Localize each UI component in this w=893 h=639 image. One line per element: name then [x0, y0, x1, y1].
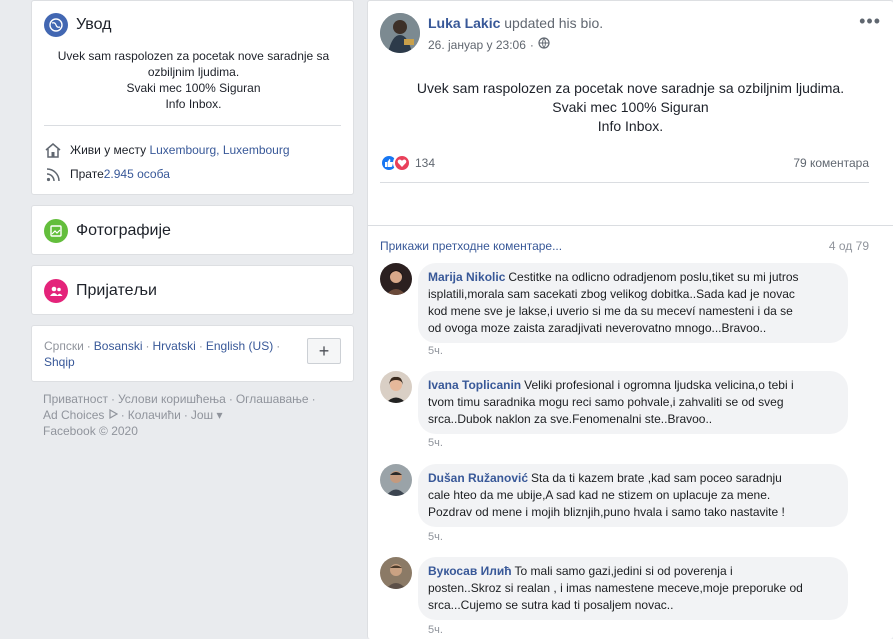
language-link[interactable]: Bosanski	[94, 339, 143, 353]
footer-link[interactable]: Ad Choices	[43, 408, 104, 422]
commenter-name-link[interactable]: Вукосав Илић	[428, 564, 512, 578]
commenter-name-link[interactable]: Ivana Toplicanin	[428, 378, 521, 392]
photo-icon	[44, 219, 68, 243]
chevron-down-icon: ▾	[216, 408, 223, 422]
love-icon	[393, 154, 411, 172]
comment-text: tvom timu saradnika mogu reci samo pohva…	[428, 395, 784, 409]
friends-title[interactable]: Пријатељи	[76, 282, 157, 300]
commenter-name-link[interactable]: Marija Nikolic	[428, 270, 505, 284]
post-header-text: Luka Lakic updated his bio.	[428, 15, 603, 31]
lives-label: Живи у месту	[70, 143, 147, 157]
comment-text: To mali samo gazi,jedini si od poverenja…	[514, 564, 733, 578]
public-globe-icon[interactable]	[538, 37, 550, 52]
lives-place-link[interactable]: Luxembourg, Luxembourg	[149, 143, 289, 157]
footer-link[interactable]: Колачићи	[128, 408, 181, 422]
comments-pagination-count: 4 од 79	[828, 239, 869, 253]
comment-text: Sta da ti kazem brate ,kad sam poceo sar…	[531, 471, 782, 485]
post-card: Luka Lakic updated his bio. 26. јануар у…	[367, 0, 893, 639]
footer-links: Приватност · Услови коришћења · Оглашавање · …	[43, 392, 316, 438]
languages-card: Српски · Bosanski · Hrvatski · English (US) · Sh…	[31, 325, 354, 382]
post-body-line: Info Inbox.	[597, 118, 664, 134]
comment-text: posten..Skroz si realan , i imas nameste…	[428, 581, 803, 595]
view-previous-comments-link[interactable]: Прикажи претходне коментаре...	[380, 239, 562, 253]
footer-link[interactable]: Оглашавање	[236, 392, 309, 406]
reaction-count[interactable]: 134	[415, 156, 435, 170]
globe-icon	[44, 13, 68, 37]
comment-text: srca...Cujemo se sutra kad ti posaljem n…	[428, 598, 674, 612]
bio-line: Uvek sam raspolozen za pocetak nove sara…	[57, 49, 330, 63]
comment-bubble: Dušan Ružanović Sta da ti kazem brate ,ka…	[418, 464, 848, 527]
followers-row: Прате 2.945 особа	[44, 166, 170, 182]
commenter-name-link[interactable]: Dušan Ružanović	[428, 471, 528, 485]
comment-text: Cestitke na odlicno odradjenom poslu,tik…	[508, 270, 799, 284]
bio-line: ozbiljnim ljudima.	[147, 65, 240, 79]
bio-line: Info Inbox.	[165, 97, 222, 111]
comment-text: cale hteo da me ubije,A sad kad ne stize…	[428, 488, 771, 502]
commenter-avatar[interactable]	[380, 557, 412, 589]
footer-link[interactable]: Још	[191, 408, 213, 422]
commenter-avatar[interactable]	[380, 263, 412, 295]
more-options-icon[interactable]: •••	[859, 12, 881, 30]
intro-card: Увод Uvek sam raspolozen za pocetak nove…	[31, 0, 354, 195]
footer-link[interactable]: Услови коришћења	[118, 392, 226, 406]
language-current: Српски	[44, 339, 84, 353]
photos-header[interactable]: Фотографије	[44, 219, 171, 243]
friends-icon	[44, 279, 68, 303]
comment-bubble: Вукосав Илић To mali samo gazi,jedini si …	[418, 557, 848, 620]
footer-link[interactable]: Приватност	[43, 392, 108, 406]
post-body-line: Uvek sam raspolozen za pocetak nove sara…	[416, 80, 845, 96]
comment-text: kod mene sve je lakse,i uverio si me da …	[428, 304, 793, 318]
copyright: Facebook © 2020	[43, 424, 138, 438]
comment-timestamp[interactable]: 5ч.	[428, 345, 443, 357]
comment-text: isplatili,morala sam sacekati zbog velik…	[428, 287, 795, 301]
comments-section-divider	[368, 225, 893, 226]
intro-header: Увод	[44, 13, 111, 37]
post-author-link[interactable]: Luka Lakic	[428, 15, 500, 31]
comment-text: Veliki profesional i ogromna ljudska vel…	[524, 378, 794, 392]
commenter-avatar[interactable]	[380, 464, 412, 496]
rss-icon	[44, 166, 62, 182]
photos-title[interactable]: Фотографије	[76, 222, 171, 240]
language-link[interactable]: English (US)	[206, 339, 273, 353]
bio-line: Svaki mec 100% Siguran	[126, 81, 261, 95]
add-language-button[interactable]: +	[307, 338, 341, 364]
intro-bio: Uvek sam raspolozen za pocetak nove sara…	[44, 48, 343, 112]
language-link[interactable]: Hrvatski	[153, 339, 196, 353]
post-body-line: Svaki mec 100% Siguran	[552, 99, 709, 115]
photos-card[interactable]: Фотографије	[31, 205, 354, 255]
comment-timestamp[interactable]: 5ч.	[428, 624, 443, 636]
friends-card[interactable]: Пријатељи	[31, 265, 354, 315]
home-icon	[44, 142, 62, 158]
language-list: Српски · Bosanski · Hrvatski · English (US) · Sh…	[44, 339, 281, 369]
followers-label: Прате	[70, 167, 104, 181]
followers-count-link[interactable]: 2.945 особа	[104, 167, 170, 181]
friends-header[interactable]: Пријатељи	[44, 279, 157, 303]
post-divider	[380, 182, 869, 183]
commenter-avatar[interactable]	[380, 371, 412, 403]
comment-timestamp[interactable]: 5ч.	[428, 531, 443, 543]
comment-timestamp[interactable]: 5ч.	[428, 437, 443, 449]
post-meta: 26. јануар у 23:06 ·	[428, 37, 550, 52]
reactions-summary[interactable]: 134	[380, 154, 435, 172]
language-link[interactable]: Shqip	[44, 355, 75, 369]
intro-title: Увод	[76, 16, 112, 33]
post-date[interactable]: 26. јануар у 23:06	[428, 38, 526, 52]
comments-count-link[interactable]: 79 коментара	[793, 156, 869, 170]
ad-choices-icon	[108, 408, 118, 422]
comment-bubble: Marija Nikolic Cestitke na odlicno odradj…	[418, 263, 848, 343]
comment-text: srca..Dubok naklon za sve.Fenomenalni st…	[428, 412, 713, 426]
intro-divider	[44, 125, 341, 126]
comment-bubble: Ivana Toplicanin Veliki profesional i ogr…	[418, 371, 848, 434]
post-author-avatar[interactable]	[380, 13, 420, 53]
post-action: updated his bio.	[504, 15, 604, 31]
comment-text: od ovoga moze zaista zaradjivati neverov…	[428, 321, 767, 335]
lives-in-row: Живи у месту Luxembourg, Luxembourg	[44, 142, 290, 158]
post-body: Uvek sam raspolozen za pocetak nove sara…	[380, 79, 881, 136]
comment-text: Pozdrav od mene i mojih bliznjih,puno hv…	[428, 505, 785, 519]
